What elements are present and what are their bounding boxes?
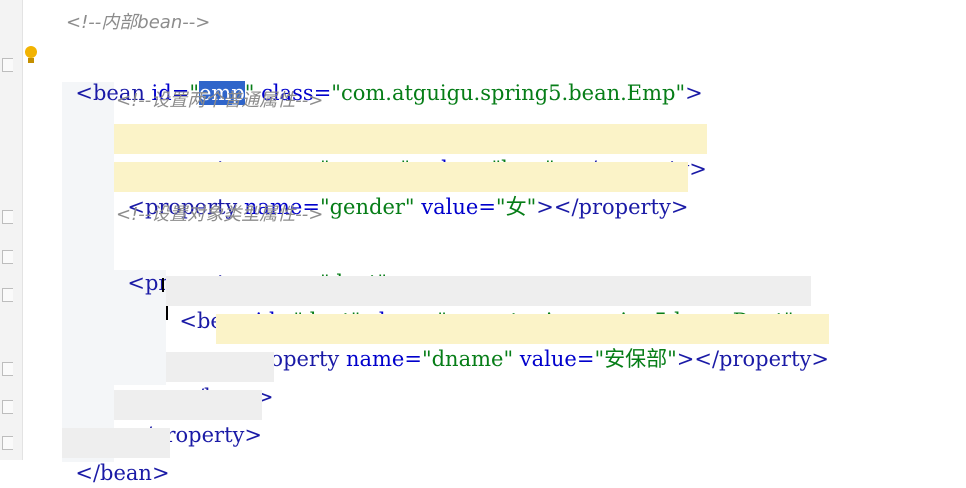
- bean-emp-line[interactable]: <bean id="emp" class="com.atguigu.spring…: [62, 48, 703, 105]
- fold-marker-icon[interactable]: [2, 58, 13, 72]
- fold-marker-icon[interactable]: [2, 362, 13, 376]
- property-close-line[interactable]: </property>: [114, 390, 262, 447]
- fold-marker-icon[interactable]: [2, 250, 13, 264]
- fold-marker-icon[interactable]: [2, 210, 13, 224]
- value-attr: value=: [421, 195, 496, 219]
- property-end-tag: ></property>: [536, 195, 689, 219]
- editor-gutter: [0, 0, 23, 460]
- text-cursor: [162, 278, 164, 292]
- value-attr: value=: [519, 347, 595, 371]
- name-value: "dname": [421, 347, 514, 371]
- comment-object-props: <!--设置对象类型属性-->: [116, 204, 324, 225]
- value-value: "安保部": [594, 347, 677, 371]
- intention-bulb-icon[interactable]: [24, 46, 38, 68]
- indent-region: [62, 82, 114, 462]
- bean-outer-close-line[interactable]: </bean>: [62, 428, 170, 485]
- property-ename-line[interactable]: <property name="ename" value="lucy"></pr…: [114, 124, 707, 181]
- class-value: "com.atguigu.spring5.bean.Emp": [331, 81, 686, 105]
- property-dept-open-line[interactable]: <property name="dept">: [114, 238, 404, 295]
- tag-close: >: [685, 81, 703, 105]
- bean-close-line[interactable]: </bean>: [166, 352, 274, 409]
- bean-close-tag: </bean>: [75, 461, 170, 485]
- fold-marker-icon[interactable]: [2, 436, 13, 450]
- comment-inner-bean: <!--内部bean-->: [66, 12, 211, 33]
- fold-marker-icon[interactable]: [2, 288, 13, 302]
- comment-normal-props: <!--设置两个普通属性-->: [116, 90, 324, 111]
- name-value: "gender": [319, 195, 415, 219]
- name-attr: name=: [345, 347, 422, 371]
- fold-marker-icon[interactable]: [2, 400, 13, 414]
- property-dname-line[interactable]: <property name="dname" value="安保部"></pro…: [216, 314, 829, 371]
- value-value: "女": [495, 195, 537, 219]
- property-end-tag: ></property>: [676, 347, 829, 371]
- bean-dept-line[interactable]: <bean id="dept" class="com.atguigu.sprin…: [166, 276, 812, 333]
- property-gender-line[interactable]: <property name="gender" value="女"></prop…: [114, 162, 689, 219]
